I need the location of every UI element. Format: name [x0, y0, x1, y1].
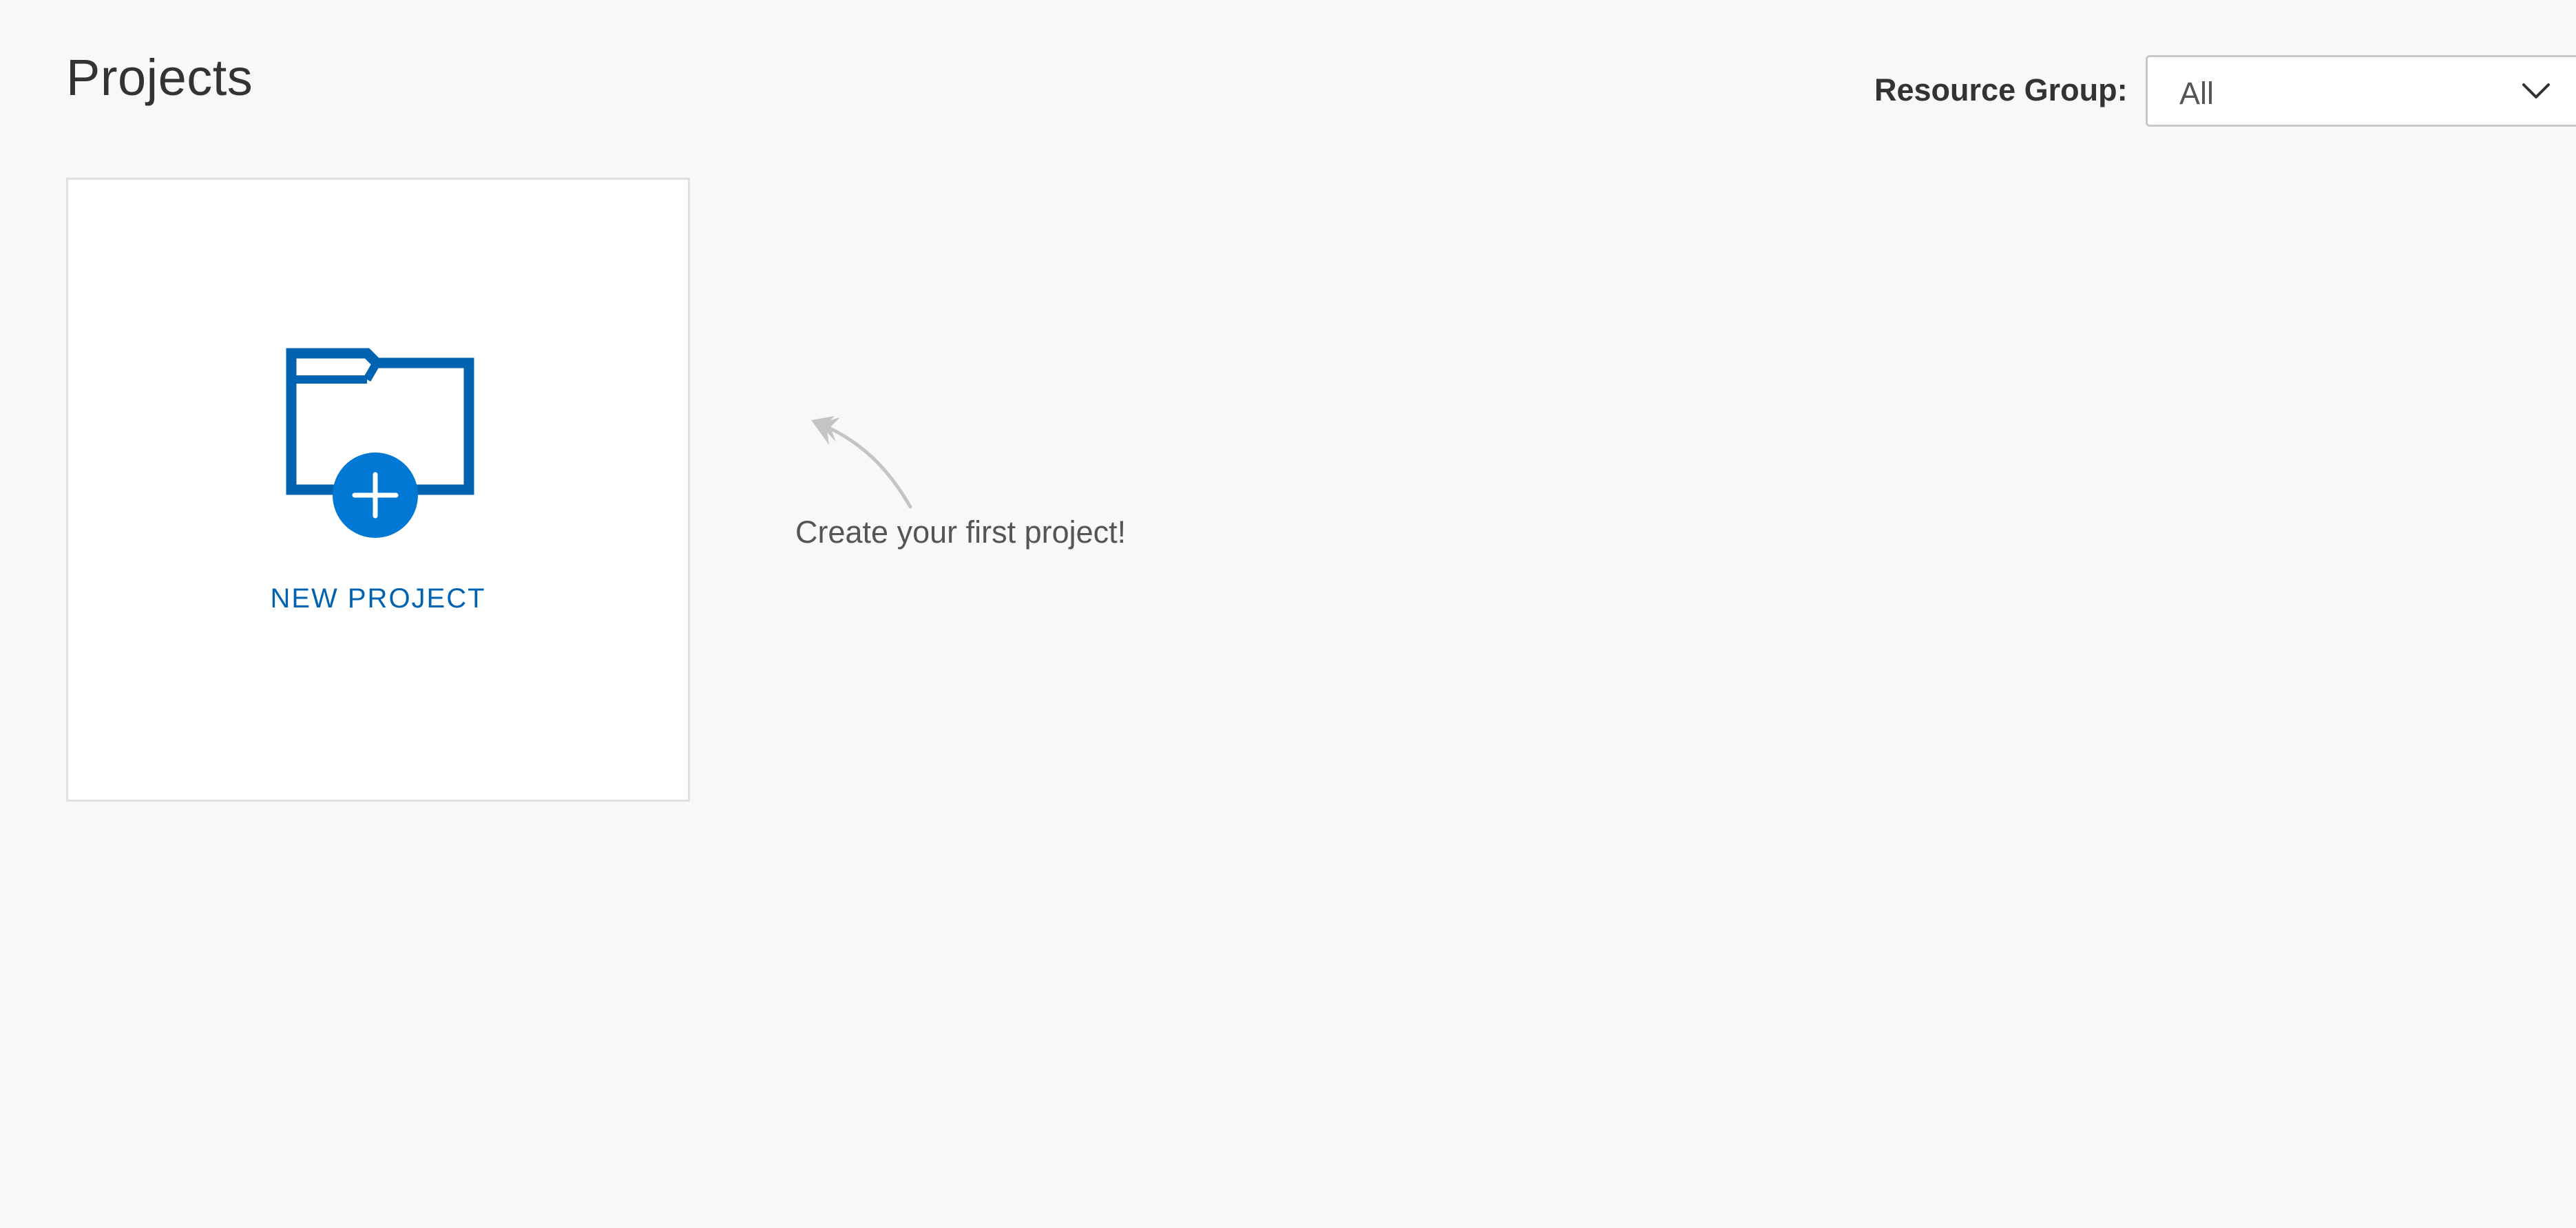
projects-page: Projects Resource Group: All NEW PROJECT…	[0, 0, 2576, 1228]
create-first-project-hint: Create your first project!	[795, 514, 1127, 550]
page-title: Projects	[66, 49, 253, 106]
curved-arrow-icon	[811, 416, 912, 509]
resource-group-label: Resource Group:	[1874, 72, 2128, 107]
chevron-down-icon	[2522, 83, 2550, 98]
new-project-card[interactable]: NEW PROJECT	[66, 178, 690, 802]
new-project-label: NEW PROJECT	[270, 583, 486, 614]
folder-add-icon	[286, 348, 474, 538]
resource-group-dropdown[interactable]: All	[2146, 55, 2576, 127]
resource-group-selected-value: All	[2179, 76, 2214, 111]
